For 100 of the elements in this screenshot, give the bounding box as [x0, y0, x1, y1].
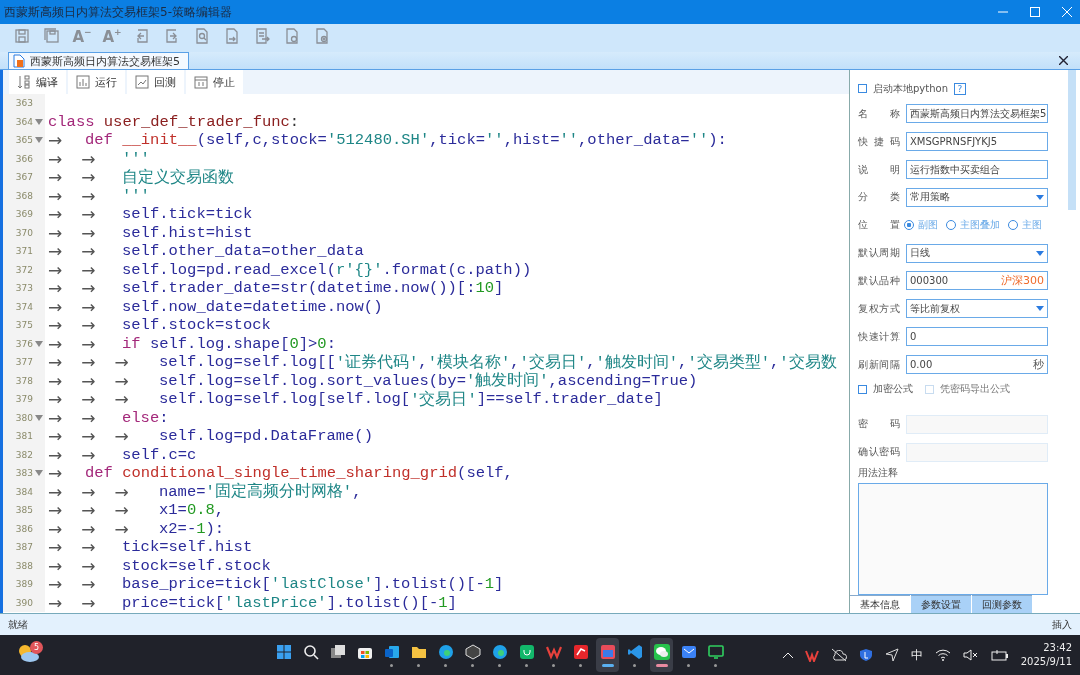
line-number: 386	[14, 523, 33, 534]
code-token: ):	[708, 131, 727, 150]
fold-caret-icon[interactable]	[35, 414, 43, 421]
checkbox[interactable]	[858, 384, 867, 394]
fold-caret-icon[interactable]	[35, 137, 43, 144]
editor-action-button[interactable]: 运行	[68, 70, 125, 94]
fold-caret-icon[interactable]	[35, 118, 43, 125]
cloud-off-icon[interactable]	[830, 648, 847, 662]
code-token: '模块名称'	[427, 352, 511, 372]
radio-button[interactable]	[1008, 220, 1018, 231]
indent-arrows: →→→	[48, 518, 149, 539]
browser-icon[interactable]	[491, 643, 508, 660]
indent-arrows: →→	[48, 444, 116, 465]
mail-app-icon[interactable]	[383, 643, 400, 660]
radio-button[interactable]	[904, 220, 914, 231]
code-token: __init__	[122, 131, 197, 150]
search-icon[interactable]	[302, 643, 319, 660]
code-token: 'lastClose'	[270, 575, 374, 594]
notes-textarea[interactable]	[858, 483, 1048, 596]
text-field[interactable]: XMSGPRNSFJYKJ5	[906, 132, 1048, 152]
dropdown-caret-icon	[1036, 250, 1044, 256]
panel-tab[interactable]: 回测参数	[972, 595, 1032, 614]
code-token: self.c=c	[122, 445, 197, 464]
indent-arrows: →→→	[48, 370, 149, 391]
app-icon[interactable]	[572, 643, 589, 660]
cube-icon[interactable]	[464, 643, 481, 660]
code-token: .format(c.path))	[382, 260, 532, 279]
dropdown[interactable]: 日线	[906, 243, 1048, 263]
panel-tab[interactable]: 参数设置	[911, 595, 971, 614]
line-number: 369	[14, 209, 33, 220]
wifi-icon[interactable]	[934, 649, 951, 661]
checkbox[interactable]	[858, 84, 867, 94]
text-field[interactable]: 000300 沪深300	[906, 271, 1048, 291]
text-field[interactable]: 西蒙斯高频日内算法交易框架5	[906, 104, 1048, 124]
line-number: 383	[14, 468, 33, 479]
clock-time[interactable]: 23:42	[1043, 641, 1072, 655]
code-token: ]>	[298, 334, 318, 353]
code-token: ,	[678, 353, 688, 372]
code-token: '固定高频分时网格'	[205, 481, 353, 503]
help-button[interactable]: ?	[954, 82, 966, 95]
code-editor-icon[interactable]	[626, 643, 643, 660]
maximize-icon[interactable]	[1030, 7, 1040, 17]
code-token: :	[289, 112, 300, 131]
code-token: ,other_data=	[578, 131, 690, 150]
monitor-icon[interactable]	[707, 643, 724, 660]
mail-icon[interactable]	[680, 643, 697, 660]
text-field[interactable]: 0	[906, 327, 1048, 347]
radio-label: 副图	[918, 218, 938, 233]
fold-caret-icon[interactable]	[35, 340, 43, 347]
bag-app-icon[interactable]	[518, 643, 535, 660]
indent-arrows: →→	[48, 185, 116, 206]
code-token: ]	[494, 279, 504, 298]
status-text: 插入	[1052, 617, 1072, 632]
editor-action-button[interactable]: 回测	[127, 70, 184, 94]
radio-button[interactable]	[946, 220, 956, 231]
line-number: 363	[14, 98, 33, 109]
line-number: 390	[14, 597, 33, 608]
code-token: 10	[475, 279, 495, 298]
text-field[interactable]: 0.00 秒	[906, 355, 1048, 375]
indent-arrows: →→→	[48, 426, 149, 447]
indent-arrows: →→	[48, 315, 116, 336]
battery-icon[interactable]	[990, 649, 1009, 661]
window-stack-icon[interactable]	[329, 643, 346, 660]
browser-icon[interactable]	[437, 643, 454, 660]
code-token: ,ascending=True)	[548, 371, 698, 390]
code-token: ''	[485, 131, 504, 150]
text-field[interactable]: 运行指数中买卖组合	[906, 160, 1048, 180]
clock-date[interactable]: 2025/9/11	[1020, 655, 1072, 669]
code-token: self.log=pd.read_excel(	[122, 260, 336, 279]
fold-caret-icon[interactable]	[35, 470, 43, 477]
code-token: tick=self.hist	[122, 538, 253, 557]
editor-action-button[interactable]: 编译	[9, 70, 66, 94]
field-label: 快捷码	[858, 134, 900, 149]
code-token: 1	[484, 575, 495, 594]
editor-action-button[interactable]: 停止	[186, 70, 243, 94]
code-token: ,	[586, 353, 596, 372]
dropdown[interactable]: 常用策略	[906, 187, 1048, 207]
scrollbar[interactable]	[1068, 70, 1076, 210]
volume-mute-icon[interactable]	[962, 649, 979, 661]
field-label: 快速计算	[858, 329, 900, 344]
dropdown[interactable]: 等比前复权	[906, 299, 1048, 319]
navigation-arrow-icon[interactable]	[884, 648, 899, 662]
indent-arrows: →→	[48, 148, 116, 169]
notification-badge: 5	[30, 641, 43, 654]
field-label: 默认周期	[858, 246, 900, 261]
line-number: 384	[14, 486, 33, 497]
windows-logo-icon[interactable]	[275, 643, 292, 660]
line-number: 370	[14, 227, 33, 238]
input-method[interactable]: 中	[910, 646, 923, 664]
indent-arrows: →→	[48, 574, 116, 595]
code-token: ,	[510, 353, 520, 372]
code-token: 0	[289, 334, 299, 353]
caret-up-icon[interactable]	[782, 652, 793, 658]
document-tab[interactable]: 西蒙斯高频日内算法交易框架5	[8, 52, 189, 69]
line-number: 367	[14, 172, 33, 183]
close-icon[interactable]	[1059, 56, 1068, 65]
chat-app-icon[interactable]	[653, 643, 670, 660]
shield-icon[interactable]	[858, 648, 873, 662]
chart-app-icon[interactable]	[599, 643, 616, 660]
code-token: '交易日'	[519, 352, 587, 372]
